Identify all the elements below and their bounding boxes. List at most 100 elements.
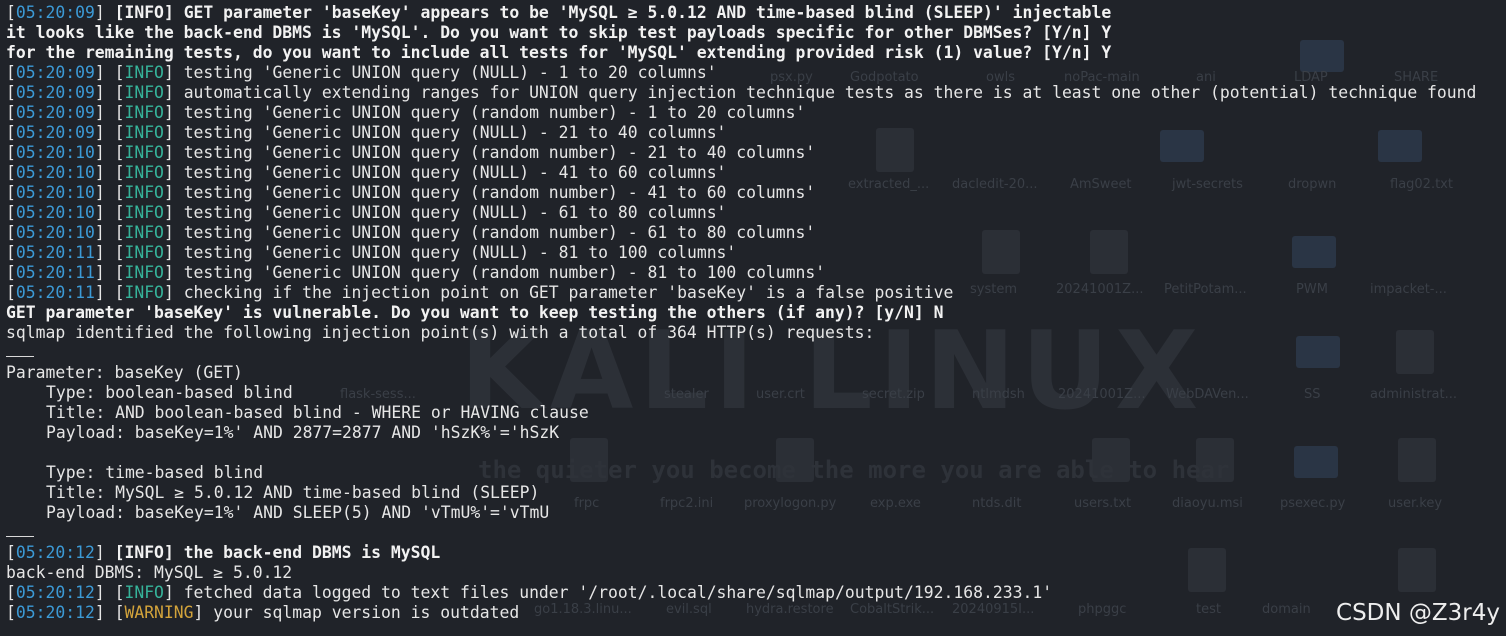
bracket: [ <box>6 123 16 142</box>
log-message: testing 'Generic UNION query (random num… <box>183 143 816 162</box>
bracket: ] <box>163 243 184 262</box>
log-message: automatically extending ranges for UNION… <box>183 83 1477 102</box>
terminal-line: Payload: baseKey=1%' AND 2877=2877 AND '… <box>6 423 1476 443</box>
terminal-line: [05:20:11] [INFO] testing 'Generic UNION… <box>6 243 1476 263</box>
log-level: INFO <box>124 263 164 282</box>
bracket: [ <box>114 543 125 562</box>
terminal-line: Title: MySQL ≥ 5.0.12 AND time-based bli… <box>6 483 1476 503</box>
terminal-line: it looks like the back-end DBMS is 'MySQ… <box>6 23 1476 43</box>
bracket: [ <box>114 63 125 82</box>
terminal-line: [05:20:10] [INFO] testing 'Generic UNION… <box>6 183 1476 203</box>
log-level: INFO <box>124 583 164 602</box>
bracket: ] <box>94 183 115 202</box>
bracket: [ <box>114 123 125 142</box>
bracket: [ <box>6 63 16 82</box>
bracket: ] <box>163 3 184 22</box>
bracket: [ <box>114 163 125 182</box>
terminal-line: GET parameter 'baseKey' is vulnerable. D… <box>6 303 1476 323</box>
terminal-line: [05:20:09] [INFO] automatically extendin… <box>6 83 1476 103</box>
bracket: ] <box>94 243 115 262</box>
log-timestamp: 05:20:09 <box>15 123 95 142</box>
log-level: INFO <box>124 3 164 22</box>
bracket: [ <box>6 223 16 242</box>
log-level: INFO <box>124 283 164 302</box>
log-level: INFO <box>124 243 164 262</box>
terminal-line: Title: AND boolean-based blind - WHERE o… <box>6 403 1476 423</box>
terminal-line: Type: boolean-based blind <box>6 383 1476 403</box>
terminal-line: sqlmap identified the following injectio… <box>6 323 1476 343</box>
bracket: [ <box>114 283 125 302</box>
prompt-question: for the remaining tests, do you want to … <box>6 43 1112 62</box>
bracket: [ <box>6 163 16 182</box>
bracket: [ <box>114 203 125 222</box>
terminal-line: [05:20:12] [INFO] the back-end DBMS is M… <box>6 543 1476 563</box>
log-level: INFO <box>124 103 164 122</box>
output-detail: Type: time-based blind <box>46 463 264 482</box>
log-level: INFO <box>124 223 164 242</box>
log-level: INFO <box>124 163 164 182</box>
log-timestamp: 05:20:10 <box>15 183 95 202</box>
terminal-window[interactable]: KALI LINUX the quieter you become the mo… <box>0 0 1506 636</box>
bracket: [ <box>114 103 125 122</box>
log-timestamp: 05:20:10 <box>15 143 95 162</box>
log-timestamp: 05:20:11 <box>15 263 95 282</box>
separator-line <box>6 523 1476 543</box>
terminal-line: [05:20:12] [INFO] fetched data logged to… <box>6 583 1476 603</box>
log-timestamp: 05:20:09 <box>15 83 95 102</box>
bracket: ] <box>163 583 184 602</box>
terminal-line: [05:20:09] [INFO] GET parameter 'baseKey… <box>6 3 1476 23</box>
bracket: ] <box>94 603 115 622</box>
log-level: INFO <box>124 203 164 222</box>
terminal-line: [05:20:09] [INFO] testing 'Generic UNION… <box>6 103 1476 123</box>
bracket: ] <box>94 3 115 22</box>
log-timestamp: 05:20:11 <box>15 243 95 262</box>
output-detail: Payload: baseKey=1%' AND 2877=2877 AND '… <box>46 423 560 442</box>
bracket: ] <box>163 143 184 162</box>
bracket: [ <box>6 543 16 562</box>
bracket: [ <box>6 143 16 162</box>
bracket: [ <box>6 83 16 102</box>
output-text: back-end DBMS: MySQL ≥ 5.0.12 <box>6 563 293 582</box>
bracket: [ <box>6 103 16 122</box>
bracket: ] <box>94 143 115 162</box>
log-level: INFO <box>124 63 164 82</box>
terminal-line: [05:20:10] [INFO] testing 'Generic UNION… <box>6 143 1476 163</box>
bracket: [ <box>114 263 125 282</box>
bracket: [ <box>114 83 125 102</box>
bracket: ] <box>163 283 184 302</box>
bracket: ] <box>94 103 115 122</box>
bracket: [ <box>6 183 16 202</box>
separator-line <box>6 343 1476 363</box>
output-detail: Title: MySQL ≥ 5.0.12 AND time-based bli… <box>46 483 540 502</box>
log-message: testing 'Generic UNION query (NULL) - 81… <box>183 243 737 262</box>
output-detail: Title: AND boolean-based blind - WHERE o… <box>46 403 589 422</box>
log-timestamp: 05:20:10 <box>15 163 95 182</box>
log-level: INFO <box>124 143 164 162</box>
bracket: [ <box>6 263 16 282</box>
terminal-line: [05:20:12] [WARNING] your sqlmap version… <box>6 603 1476 623</box>
log-message: testing 'Generic UNION query (random num… <box>183 263 826 282</box>
bracket: [ <box>6 583 16 602</box>
log-timestamp: 05:20:12 <box>15 583 95 602</box>
log-timestamp: 05:20:12 <box>15 603 95 622</box>
terminal-output[interactable]: [05:20:09] [INFO] GET parameter 'baseKey… <box>6 3 1476 623</box>
bracket: ] <box>163 543 184 562</box>
log-level: INFO <box>124 123 164 142</box>
terminal-line: Payload: baseKey=1%' AND SLEEP(5) AND 'v… <box>6 503 1476 523</box>
log-message: fetched data logged to text files under … <box>183 583 1053 602</box>
output-detail: Payload: baseKey=1%' AND SLEEP(5) AND 'v… <box>46 503 550 522</box>
prompt-question: GET parameter 'baseKey' is vulnerable. D… <box>6 303 944 322</box>
log-message: testing 'Generic UNION query (NULL) - 1 … <box>183 63 717 82</box>
bracket: ] <box>94 203 115 222</box>
output-text: Parameter: baseKey (GET) <box>6 363 243 382</box>
bracket: ] <box>163 223 184 242</box>
bracket: ] <box>94 83 115 102</box>
log-message: testing 'Generic UNION query (random num… <box>183 223 816 242</box>
bracket: [ <box>6 283 16 302</box>
log-timestamp: 05:20:09 <box>15 3 95 22</box>
bracket: ] <box>163 123 184 142</box>
bracket: ] <box>94 63 115 82</box>
bracket: ] <box>163 83 184 102</box>
terminal-line: [05:20:10] [INFO] testing 'Generic UNION… <box>6 163 1476 183</box>
